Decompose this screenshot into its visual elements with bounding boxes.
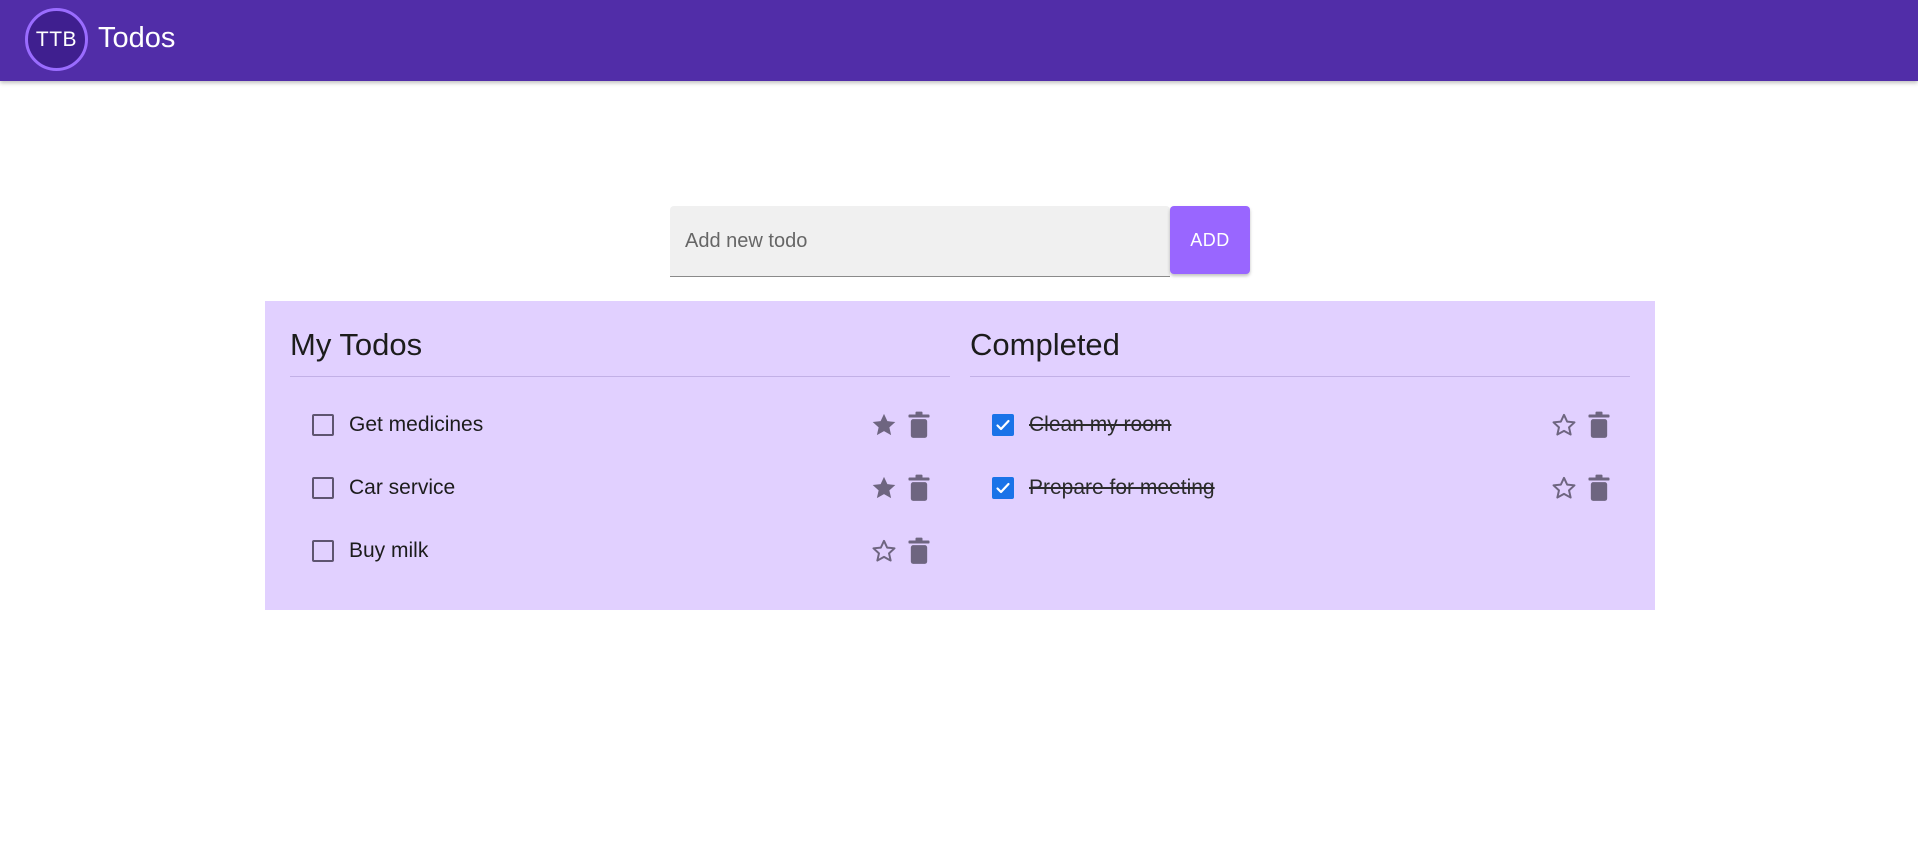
star-icon[interactable]	[870, 537, 898, 565]
todo-board: My Todos Get medicines Car service Buy m…	[265, 301, 1655, 610]
add-button[interactable]: ADD	[1170, 206, 1250, 274]
todo-checkbox[interactable]	[992, 476, 1014, 499]
trash-icon[interactable]	[907, 537, 931, 565]
my-todos-title: My Todos	[290, 327, 423, 362]
app-bar: TTB Todos	[0, 0, 1918, 81]
todo-item: Prepare for meeting	[970, 456, 1630, 519]
check-icon	[996, 419, 1010, 430]
todo-item: Clean my room	[970, 393, 1630, 456]
trash-icon[interactable]	[907, 411, 931, 439]
todo-text: Get medicines	[349, 412, 484, 436]
completed-title: Completed	[970, 327, 1120, 362]
todo-text: Clean my room	[1029, 412, 1172, 436]
todo-item: Buy milk	[290, 519, 950, 582]
star-icon[interactable]	[870, 411, 898, 439]
todo-checkbox[interactable]	[312, 476, 334, 499]
avatar[interactable]: TTB	[25, 8, 88, 71]
todo-text: Buy milk	[349, 538, 429, 562]
trash-icon[interactable]	[1587, 474, 1611, 502]
star-icon[interactable]	[1550, 474, 1578, 502]
todo-checkbox[interactable]	[312, 539, 334, 562]
todo-item: Car service	[290, 456, 950, 519]
star-icon[interactable]	[1550, 411, 1578, 439]
todo-checkbox[interactable]	[992, 413, 1014, 436]
trash-icon[interactable]	[907, 474, 931, 502]
todo-text: Car service	[349, 475, 456, 499]
todo-text: Prepare for meeting	[1029, 475, 1215, 499]
todo-item: Get medicines	[290, 393, 950, 456]
check-icon	[996, 482, 1010, 493]
completed-list: Clean my room Prepare for meeting	[970, 393, 1630, 519]
app-title: Todos	[98, 22, 176, 54]
trash-icon[interactable]	[1587, 411, 1611, 439]
star-icon[interactable]	[870, 474, 898, 502]
add-todo-form: ADD	[670, 206, 1250, 277]
my-todos-list: Get medicines Car service Buy milk	[290, 393, 950, 582]
divider	[290, 376, 950, 377]
new-todo-input[interactable]	[670, 206, 1170, 277]
divider	[970, 376, 1630, 377]
todo-checkbox[interactable]	[312, 413, 334, 436]
